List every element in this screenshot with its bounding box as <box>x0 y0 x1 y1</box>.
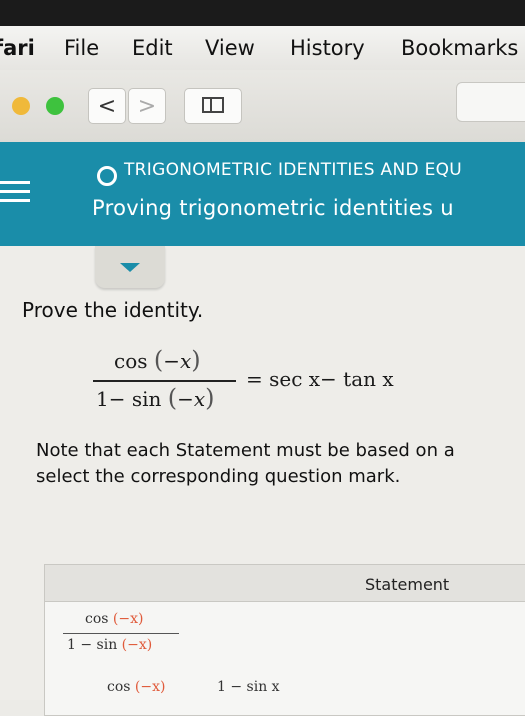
menu-bar: fari File Edit View History Bookmarks <box>0 26 525 71</box>
identity-rhs: = sec x− tan x <box>246 367 394 391</box>
identity-numerator: cos (−x) <box>114 346 201 374</box>
sidebar-toggle-button[interactable] <box>184 88 242 124</box>
topic-kicker: TRIGONOMETRIC IDENTITIES AND EQU <box>124 160 463 180</box>
row1-den-lead: 1 − sin <box>67 637 118 653</box>
row2-left-fn: cos <box>107 679 131 695</box>
back-chevron-icon: < <box>97 93 117 119</box>
proof-table: Statement cos (−x) 1 − sin (−x) cos (−x)… <box>44 564 525 716</box>
caret-down-icon <box>120 263 140 272</box>
menu-edit[interactable]: Edit <box>132 36 173 60</box>
sidebar-icon <box>202 97 224 113</box>
page-title: Proving trigonometric identities u <box>92 196 454 220</box>
denominator-arg: −x <box>177 387 206 411</box>
forward-chevron-icon: > <box>137 93 157 119</box>
browser-toolbar <box>0 70 525 143</box>
menu-file[interactable]: File <box>64 36 99 60</box>
course-header <box>0 142 525 246</box>
minimize-window-button[interactable] <box>12 97 30 115</box>
topic-radio-icon <box>97 166 117 186</box>
menu-bookmarks[interactable]: Bookmarks <box>401 36 518 60</box>
row1-num-fn: cos <box>85 611 109 627</box>
row1-num-arg: (−x) <box>112 611 144 627</box>
row1-fraction-bar <box>63 633 179 634</box>
row2-left-arg: (−x) <box>134 679 166 695</box>
note-line-1: Note that each Statement must be based o… <box>36 440 455 461</box>
menu-app-name[interactable]: fari <box>0 36 35 60</box>
expand-toggle-tab[interactable] <box>95 246 165 288</box>
row1-numerator[interactable]: cos (−x) <box>85 611 143 627</box>
identity-denominator: 1− sin (−x) <box>96 384 215 412</box>
problem-prompt: Prove the identity. <box>22 298 204 322</box>
row1-denominator[interactable]: 1 − sin (−x) <box>67 637 152 653</box>
table-header: Statement <box>45 565 525 602</box>
menu-view[interactable]: View <box>205 36 255 60</box>
numerator-arg: −x <box>163 349 192 373</box>
screen-bezel <box>0 0 525 26</box>
row2-left[interactable]: cos (−x) <box>107 679 165 695</box>
row2-right[interactable]: 1 − sin x <box>217 679 280 695</box>
note-line-2: select the corresponding question mark. <box>36 466 401 487</box>
denominator-lead: 1− sin <box>96 387 162 411</box>
menu-history[interactable]: History <box>290 36 365 60</box>
statement-column-header: Statement <box>365 575 450 594</box>
numerator-open-paren: ( <box>153 346 164 374</box>
row1-den-arg: (−x) <box>121 637 153 653</box>
instruction-note: Note that each Statement must be based o… <box>36 438 455 490</box>
hamburger-menu-icon[interactable] <box>0 181 30 205</box>
denominator-open-paren: ( <box>167 384 178 412</box>
address-bar[interactable] <box>456 82 525 122</box>
back-button[interactable]: < <box>88 88 126 124</box>
forward-button[interactable]: > <box>128 88 166 124</box>
numerator-fn: cos <box>114 349 148 373</box>
numerator-close-paren: ) <box>191 346 201 374</box>
fraction-bar <box>93 380 236 382</box>
zoom-window-button[interactable] <box>46 97 64 115</box>
denominator-close-paren: ) <box>205 384 215 412</box>
